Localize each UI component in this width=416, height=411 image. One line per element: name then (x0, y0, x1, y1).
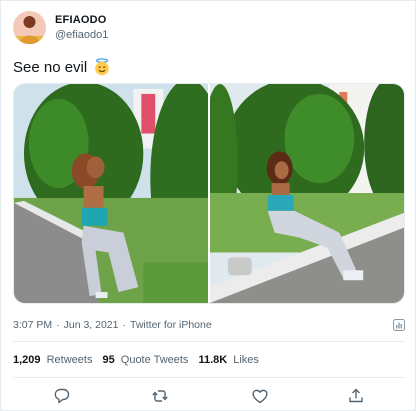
tweet-text-content: See no evil (13, 58, 88, 76)
retweets-count: 1,209 (13, 354, 41, 366)
tweet-stats: 1,209 Retweets 95 Quote Tweets 11.8K Lik… (13, 354, 259, 366)
tweet-time[interactable]: 3:07 PM (13, 319, 52, 331)
author-display-name[interactable]: EFIAODO (55, 14, 107, 26)
likes-label: Likes (233, 354, 259, 366)
tweet-meta: 3:07 PM · Jun 3, 2021 · Twitter for iPho… (13, 319, 212, 331)
meta-separator: · (56, 319, 60, 331)
tweet-card: EFIAODO @efiaodo1 See no evil 3:07 PM · … (0, 0, 416, 411)
quote-tweets-label: Quote Tweets (120, 354, 189, 366)
retweet-icon[interactable] (151, 387, 169, 405)
quote-tweets-count: 95 (102, 354, 115, 366)
tweet-media (13, 83, 405, 304)
retweets-stat[interactable]: 1,209 Retweets (13, 354, 92, 366)
likes-count: 11.8K (198, 354, 228, 366)
divider (13, 377, 405, 378)
smiling-face-with-halo-icon (93, 58, 111, 76)
author-avatar[interactable] (13, 11, 46, 44)
divider (13, 341, 405, 342)
analytics-icon[interactable] (393, 319, 405, 331)
tweet-date[interactable]: Jun 3, 2021 (64, 319, 119, 331)
like-icon[interactable] (251, 387, 269, 405)
tweet-text: See no evil (13, 58, 111, 76)
likes-stat[interactable]: 11.8K Likes (198, 354, 259, 366)
tweet-photo-2[interactable] (210, 84, 404, 303)
meta-separator: · (122, 319, 127, 331)
tweet-source[interactable]: Twitter for iPhone (130, 319, 212, 331)
share-icon[interactable] (347, 387, 365, 405)
retweets-label: Retweets (46, 354, 93, 366)
quote-tweets-stat[interactable]: 95 Quote Tweets (102, 354, 188, 366)
tweet-photo-1[interactable] (14, 84, 208, 303)
tweet-actions (1, 387, 416, 407)
author-handle[interactable]: @efiaodo1 (55, 29, 108, 41)
reply-icon[interactable] (53, 387, 71, 405)
